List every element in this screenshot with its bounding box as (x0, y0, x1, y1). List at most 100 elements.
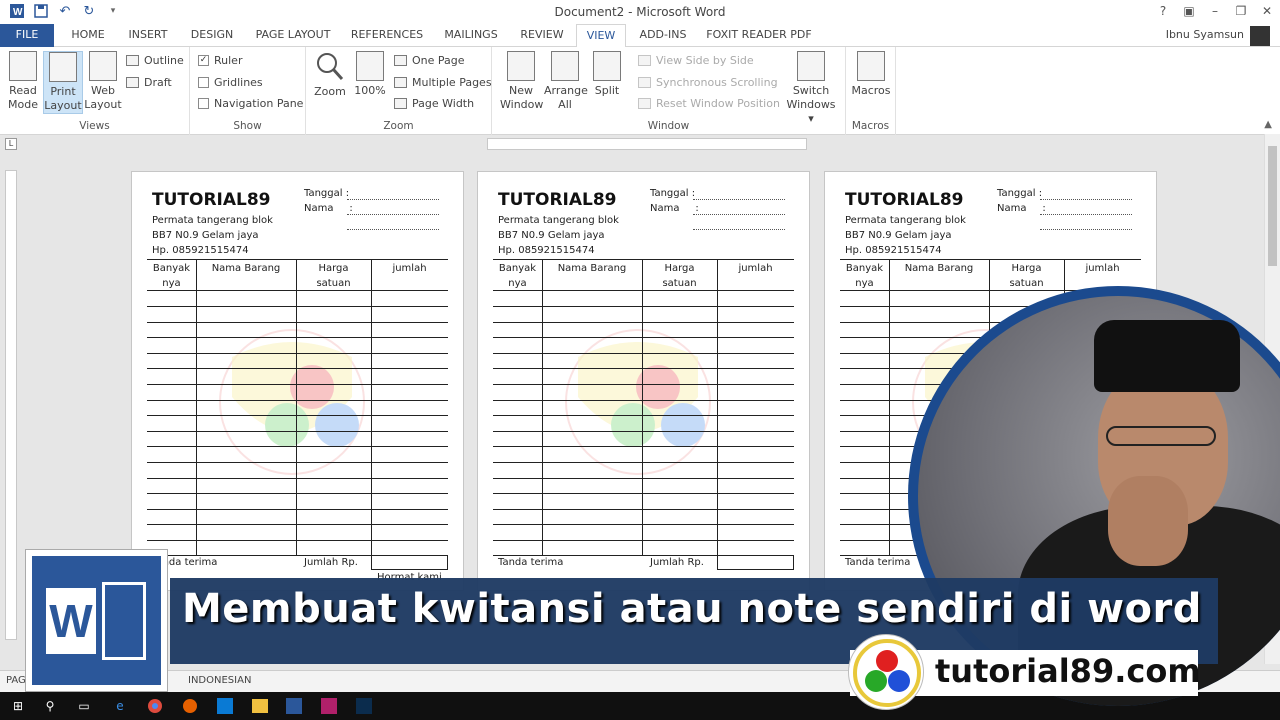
table-row[interactable] (493, 384, 794, 385)
read-mode-button[interactable]: Read Mode (3, 51, 43, 112)
table-row[interactable] (493, 508, 794, 510)
switch-windows-button[interactable]: Switch Windows ▾ (782, 51, 840, 126)
language-indicator[interactable]: INDONESIAN (188, 675, 251, 686)
firefox-icon[interactable] (180, 696, 200, 716)
synchronous-scrolling-button[interactable]: Synchronous Scrolling (638, 76, 778, 89)
search-icon[interactable]: ⚲ (40, 696, 60, 716)
table-row[interactable] (147, 352, 448, 354)
word-logo-page-icon (102, 582, 146, 660)
photoshop-icon[interactable] (354, 696, 374, 716)
table-row[interactable] (147, 337, 448, 339)
collapse-ribbon-icon[interactable]: ▲ (1264, 119, 1272, 130)
tab-add-ins[interactable]: ADD-INS (632, 24, 694, 47)
table-row[interactable] (493, 540, 794, 541)
scrollbar-thumb[interactable] (1268, 146, 1277, 266)
app-taskbar-icon[interactable] (319, 696, 339, 716)
tab-mailings[interactable]: MAILINGS (438, 24, 504, 47)
shop-phone: Hp. 085921515474 (845, 245, 942, 256)
close-icon[interactable]: ✕ (1254, 0, 1280, 22)
arrange-all-button[interactable]: Arrange All (544, 51, 588, 112)
file-explorer-icon[interactable] (250, 696, 270, 716)
table-row[interactable] (493, 415, 794, 417)
table-row[interactable] (493, 524, 794, 526)
page-indicator[interactable]: PAG (6, 675, 26, 686)
task-view-icon[interactable]: ▭ (74, 696, 94, 716)
table-row[interactable] (147, 368, 448, 370)
table-row[interactable] (493, 306, 794, 307)
receipt-page[interactable]: TUTORIAL89 Permata tangerang blok BB7 N0.9… (477, 171, 810, 591)
chrome-icon[interactable] (145, 696, 165, 716)
table-row[interactable] (493, 477, 794, 479)
photos-icon[interactable] (215, 696, 235, 716)
tab-review[interactable]: REVIEW (514, 24, 570, 47)
zoom-button[interactable]: Zoom (310, 51, 350, 99)
table-row[interactable] (147, 399, 448, 401)
table-row[interactable] (493, 493, 794, 495)
gridlines-checkbox[interactable]: Gridlines (198, 76, 263, 89)
print-layout-button[interactable]: Print Layout (43, 51, 83, 114)
navigation-pane-checkbox[interactable]: Navigation Pane (198, 97, 303, 110)
word-taskbar-icon[interactable] (284, 696, 304, 716)
windows-start-icon[interactable]: ⊞ (8, 696, 28, 716)
avatar[interactable] (1250, 26, 1270, 46)
outline-button[interactable]: Outline (126, 54, 184, 67)
table-row[interactable] (147, 477, 448, 479)
table-row[interactable] (147, 384, 448, 385)
table-row[interactable] (493, 446, 794, 448)
draft-button[interactable]: Draft (126, 76, 172, 89)
tab-file[interactable]: FILE (0, 24, 54, 47)
col-nama-barang: Nama Barang (904, 263, 974, 274)
minimize-icon[interactable]: – (1202, 0, 1228, 22)
tab-view[interactable]: VIEW (576, 24, 626, 48)
nama-dots (693, 229, 785, 230)
table-row[interactable] (493, 399, 794, 401)
table-row[interactable] (493, 352, 794, 354)
table-row[interactable] (493, 430, 794, 432)
table-row[interactable] (147, 321, 448, 323)
edge-icon[interactable]: e (110, 696, 130, 716)
table-row[interactable] (147, 430, 448, 432)
one-page-button[interactable]: One Page (394, 54, 465, 67)
receipt-page[interactable]: TUTORIAL89 Permata tangerang blok BB7 N0.9… (131, 171, 464, 591)
table-row[interactable] (147, 306, 448, 307)
title-bar: W ↶ ↻ ▾ Document2 - Microsoft Word ? ▣ –… (0, 0, 1280, 24)
nama-dots (347, 214, 439, 215)
restore-icon[interactable]: ❐ (1228, 0, 1254, 22)
table-row[interactable] (493, 462, 794, 463)
tab-foxit-reader-pdf[interactable]: FOXIT READER PDF (702, 24, 816, 47)
horizontal-ruler[interactable] (487, 138, 807, 150)
table-row[interactable] (147, 415, 448, 417)
tab-selector-icon[interactable]: L (5, 138, 17, 150)
view-side-by-side-button[interactable]: View Side by Side (638, 54, 754, 67)
table-row[interactable] (147, 446, 448, 448)
web-layout-button[interactable]: Web Layout (83, 51, 123, 112)
user-name[interactable]: Ibnu Syamsun (1166, 28, 1244, 41)
table-row[interactable] (147, 493, 448, 495)
table-row[interactable] (493, 337, 794, 339)
table-row[interactable] (147, 462, 448, 463)
table-row[interactable] (493, 368, 794, 370)
zoom-100-button[interactable]: 100% (350, 51, 390, 98)
shop-address-line: BB7 N0.9 Gelam jaya (498, 230, 605, 241)
multiple-pages-button[interactable]: Multiple Pages (394, 76, 492, 89)
reset-window-position-button[interactable]: Reset Window Position (638, 97, 780, 110)
tab-page-layout[interactable]: PAGE LAYOUT (250, 24, 336, 47)
col-jumlah: jumlah (1085, 263, 1120, 274)
tab-insert[interactable]: INSERT (122, 24, 174, 47)
page-width-button[interactable]: Page Width (394, 97, 474, 110)
split-button[interactable]: Split (587, 51, 627, 98)
table-row[interactable] (147, 524, 448, 526)
tab-design[interactable]: DESIGN (184, 24, 240, 47)
table-row[interactable] (493, 321, 794, 323)
help-icon[interactable]: ? (1150, 0, 1176, 22)
vertical-ruler[interactable] (5, 170, 17, 640)
macros-button[interactable]: Macros (850, 51, 892, 98)
ribbon-display-icon[interactable]: ▣ (1176, 0, 1202, 22)
table-row[interactable] (147, 508, 448, 510)
ruler-checkbox[interactable]: ✓ Ruler (198, 54, 242, 67)
table-row[interactable] (147, 540, 448, 541)
new-window-button[interactable]: New Window (500, 51, 543, 112)
photo-glasses (1106, 426, 1216, 446)
tab-references[interactable]: REFERENCES (346, 24, 428, 47)
tab-home[interactable]: HOME (62, 24, 114, 47)
